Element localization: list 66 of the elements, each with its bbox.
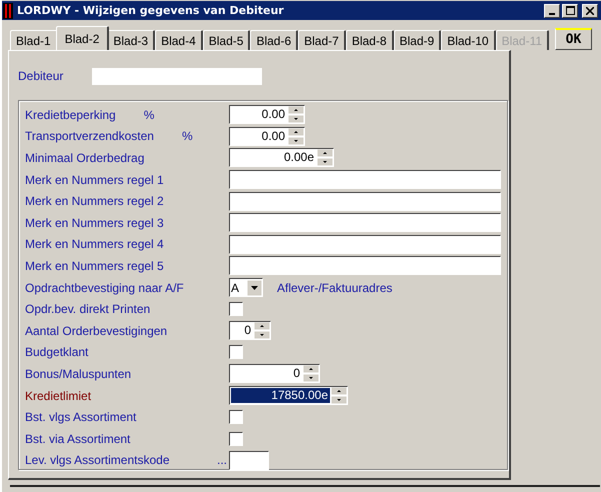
input-field[interactable]: [229, 256, 501, 276]
field-label: Kredietlimiet: [25, 388, 92, 403]
field-label: Opdrachtbevestiging naar A/F: [25, 280, 184, 295]
field-label: Bonus/Maluspunten: [25, 366, 132, 381]
input-field[interactable]: [229, 170, 501, 190]
tab[interactable]: Blad-5: [202, 30, 250, 50]
tab[interactable]: Blad-2: [56, 26, 110, 50]
tab[interactable]: Blad-3: [107, 30, 156, 50]
field-label: Opdr.bev. direkt Printen: [25, 302, 150, 316]
field-label: Merk en Nummers regel 1: [25, 172, 164, 187]
field-label: Minimaal Orderbedrag: [25, 150, 144, 165]
close-button[interactable]: [582, 4, 598, 18]
field-label: Merk en Nummers regel 5: [25, 258, 164, 273]
spin-field[interactable]: 0: [229, 321, 271, 340]
field-label: Transportverzendkosten: [25, 129, 154, 144]
tab[interactable]: Blad-4: [155, 30, 203, 50]
spin-field[interactable]: 0: [229, 364, 320, 384]
field-label: Bst. vlgs Assortiment: [25, 410, 136, 424]
input-field[interactable]: [229, 192, 501, 211]
ok-button[interactable]: OK: [555, 28, 592, 50]
tab[interactable]: Blad-1: [10, 30, 58, 50]
input-field[interactable]: [229, 450, 269, 470]
dropdown-arrow-icon[interactable]: [247, 280, 262, 296]
checkbox[interactable]: [229, 345, 243, 360]
tab[interactable]: Blad-8: [346, 30, 394, 50]
field-label: Budgetklant: [25, 345, 88, 360]
spinner-arrows-icon[interactable]: [288, 106, 304, 124]
checkbox[interactable]: [229, 410, 243, 424]
spin-field[interactable]: 0.00: [229, 126, 305, 146]
checkbox[interactable]: [229, 302, 243, 316]
spinner-arrows-icon[interactable]: [254, 322, 270, 340]
spinner-arrows-icon[interactable]: [288, 128, 304, 145]
spinner-arrows-icon[interactable]: [317, 149, 333, 166]
field-label: Kredietbeperking: [25, 108, 116, 122]
unit-label: %: [144, 108, 154, 122]
field-label: Merk en Nummers regel 3: [25, 216, 164, 230]
ellipsis-label: ...: [216, 454, 227, 466]
field-label: Bst. via Assortiment: [25, 432, 130, 446]
input-field[interactable]: [229, 234, 501, 254]
tab[interactable]: Blad-6: [250, 30, 298, 50]
unit-label: %: [182, 129, 193, 144]
minimize-icon: [549, 12, 555, 14]
maximize-icon: [566, 6, 574, 15]
window-title: LORDWY - Wijzigen gegevens van Debiteur: [17, 4, 285, 17]
field-label: Lev. vlgs Assortimentskode: [25, 453, 170, 468]
input-field[interactable]: [92, 68, 262, 84]
field-label: Merk en Nummers regel 2: [25, 194, 164, 208]
spin-field[interactable]: 0.00e: [229, 148, 334, 168]
field-label: Aantal Orderbevestigingen: [25, 324, 168, 338]
spinner-arrows-icon[interactable]: [303, 365, 319, 382]
tab[interactable]: Blad-7: [298, 30, 346, 50]
field-label: Merk en Nummers regel 4: [25, 237, 164, 252]
app-logo-icon: [3, 2, 13, 18]
address-label: Aflever-/Faktuuradres: [277, 280, 392, 295]
checkbox[interactable]: [229, 432, 243, 446]
close-icon: [586, 6, 594, 14]
input-field[interactable]: [229, 213, 501, 232]
dropdown[interactable]: A: [229, 278, 263, 298]
tab[interactable]: Blad-9: [394, 30, 442, 50]
field-label: Debiteur: [18, 69, 64, 83]
minimize-button[interactable]: [544, 4, 560, 18]
spinner-arrows-icon[interactable]: [331, 387, 347, 404]
tab[interactable]: Blad-10: [441, 30, 496, 50]
spin-field[interactable]: 17850.00e: [229, 386, 348, 406]
maximize-button[interactable]: [562, 4, 578, 18]
spin-field[interactable]: 0.00: [229, 105, 305, 124]
